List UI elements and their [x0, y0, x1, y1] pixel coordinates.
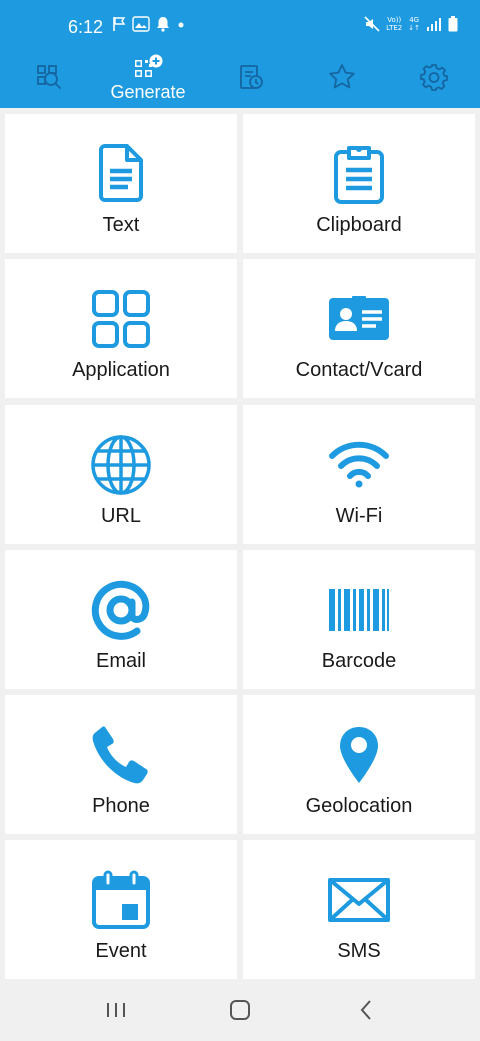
star-icon — [327, 62, 357, 92]
signal-icon — [426, 16, 442, 32]
option-sms[interactable]: SMS — [243, 840, 475, 979]
option-event[interactable]: Event — [5, 840, 237, 979]
battery-icon — [448, 16, 458, 32]
option-label: Geolocation — [305, 795, 413, 817]
contact-card-icon — [328, 295, 390, 348]
home-button[interactable] — [220, 996, 260, 1028]
option-label: Wi-Fi — [335, 505, 383, 527]
tab-bar: Generate — [0, 52, 480, 108]
system-navigation-bar — [0, 982, 480, 1041]
status-time: 6:12 — [68, 17, 104, 37]
home-icon — [229, 999, 251, 1026]
option-application[interactable]: Application — [5, 259, 237, 398]
document-icon — [97, 143, 145, 209]
recent-apps-icon — [105, 1001, 127, 1024]
option-label: Phone — [92, 795, 150, 817]
option-label: Application — [72, 359, 170, 381]
back-icon — [358, 999, 374, 1026]
recent-apps-button[interactable] — [96, 996, 136, 1028]
mute-icon — [364, 16, 380, 32]
tab-scan[interactable] — [0, 52, 96, 108]
calendar-icon — [91, 870, 151, 935]
option-barcode[interactable]: Barcode — [243, 550, 475, 689]
status-bar: 6:12 Vo)) LTE2 4G ↓↑ — [0, 0, 480, 52]
option-label: URL — [100, 505, 141, 527]
tab-settings[interactable] — [386, 52, 480, 108]
apps-grid-icon — [91, 289, 151, 354]
back-button[interactable] — [346, 996, 386, 1028]
barcode-icon — [329, 588, 389, 636]
option-phone[interactable]: Phone — [5, 695, 237, 834]
location-pin-icon — [338, 725, 380, 790]
history-icon — [235, 62, 265, 92]
tab-history[interactable] — [202, 52, 298, 108]
option-geolocation[interactable]: Geolocation — [243, 695, 475, 834]
generate-qr-icon — [133, 54, 163, 80]
option-label: Clipboard — [316, 214, 402, 236]
option-label: Email — [95, 650, 146, 672]
app-header: 6:12 Vo)) LTE2 4G ↓↑ Generate — [0, 0, 480, 108]
flag-icon — [112, 16, 126, 32]
network-type: 4G ↓↑ — [408, 16, 420, 32]
notification-bell-icon — [156, 16, 170, 32]
tab-generate-label: Generate — [110, 82, 186, 102]
option-label: Text — [102, 214, 140, 236]
clipboard-icon — [332, 144, 386, 209]
option-url[interactable]: URL — [5, 405, 237, 544]
wifi-icon — [328, 440, 390, 495]
phone-icon — [91, 725, 151, 790]
option-text[interactable]: Text — [5, 114, 237, 253]
globe-icon — [90, 434, 152, 501]
option-label: Event — [95, 940, 147, 962]
at-sign-icon — [90, 579, 152, 646]
option-label: Barcode — [321, 650, 397, 672]
image-icon — [132, 16, 150, 32]
tab-generate[interactable]: Generate — [100, 52, 196, 108]
option-email[interactable]: Email — [5, 550, 237, 689]
tab-favorites[interactable] — [294, 52, 390, 108]
gear-icon — [419, 62, 449, 92]
option-wifi[interactable]: Wi-Fi — [243, 405, 475, 544]
scan-qr-icon — [34, 62, 62, 90]
option-label: SMS — [337, 940, 381, 962]
option-contact-vcard[interactable]: Contact/Vcard — [243, 259, 475, 398]
dot-icon — [176, 16, 186, 32]
option-clipboard[interactable]: Clipboard — [243, 114, 475, 253]
volte-icon: Vo)) LTE2 — [386, 16, 403, 32]
generate-options-grid: Text Clipboard Application Contact/Vcard… — [0, 108, 480, 982]
option-label: Contact/Vcard — [295, 359, 423, 381]
envelope-icon — [328, 877, 390, 927]
